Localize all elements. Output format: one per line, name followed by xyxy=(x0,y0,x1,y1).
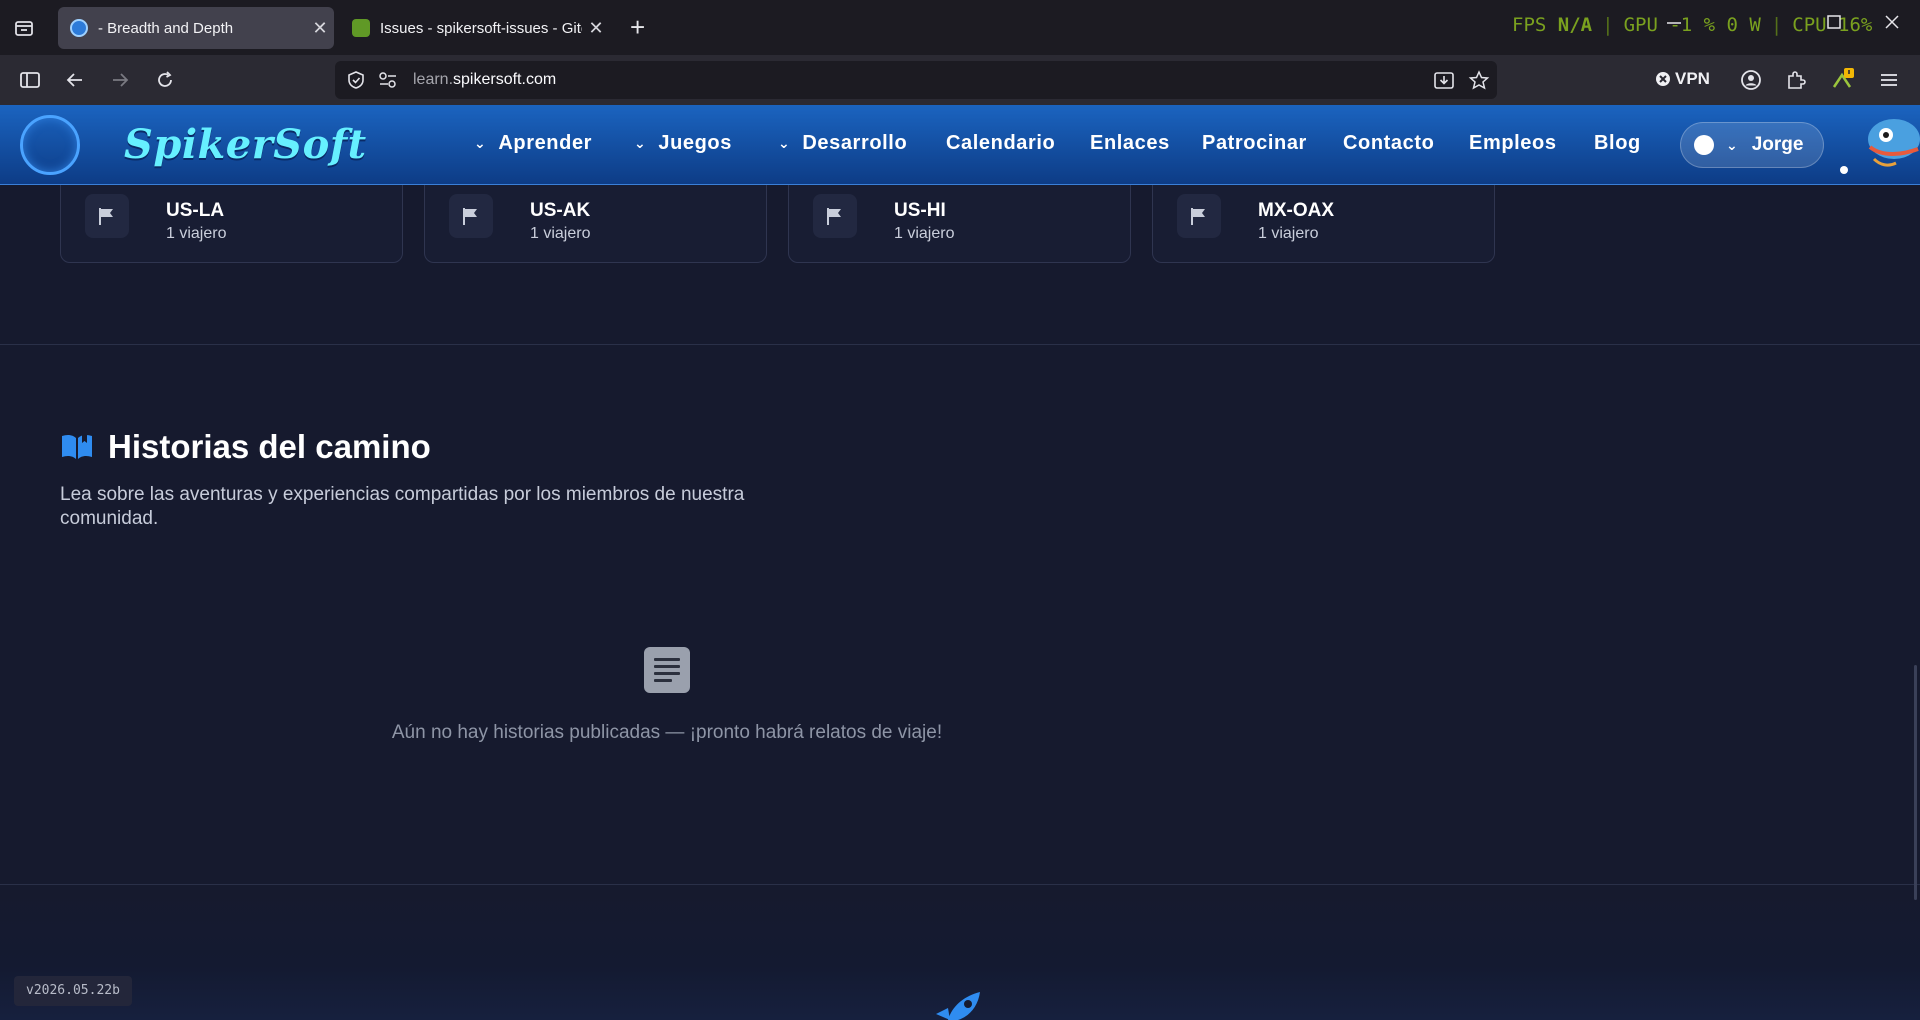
region-code: US-HI xyxy=(894,200,946,221)
site-logo-icon[interactable] xyxy=(20,115,80,175)
address-bar[interactable]: learn.spikersoft.com xyxy=(335,61,1497,99)
nav-contacto[interactable]: Contacto xyxy=(1343,132,1434,155)
traveler-count: 1 viajero xyxy=(530,225,591,242)
url-text: learn.spikersoft.com xyxy=(413,71,557,88)
nav-label: Juegos xyxy=(658,132,732,154)
maximize-icon[interactable] xyxy=(1824,12,1844,38)
region-card[interactable]: US-LA 1 viajero xyxy=(60,185,403,263)
vpn-off-icon xyxy=(1656,72,1670,86)
region-card[interactable]: MX-OAX 1 viajero xyxy=(1152,185,1495,263)
tab-gitea-issues[interactable]: Issues - spikersoft-issues - Gitea ✕ xyxy=(340,7,610,49)
performance-overlay: FPS N/A | GPU -1 % 0 W | CPU 16% xyxy=(1512,14,1873,36)
tab-list-icon[interactable] xyxy=(13,17,35,39)
vpn-button[interactable]: VPN xyxy=(1655,69,1710,89)
nav-blog[interactable]: Blog xyxy=(1594,132,1641,155)
traveler-count: 1 viajero xyxy=(894,225,955,242)
shield-icon[interactable] xyxy=(346,70,366,95)
traveler-count: 1 viajero xyxy=(166,225,227,242)
chameleon-mascot-icon xyxy=(1868,119,1920,167)
flag-icon xyxy=(813,194,857,238)
hamburger-icon[interactable] xyxy=(1876,67,1902,93)
nav-calendario[interactable]: Calendario xyxy=(946,132,1055,155)
nav-patrocinar[interactable]: Patrocinar xyxy=(1202,132,1307,155)
section-divider xyxy=(0,344,1920,345)
rocket-icon xyxy=(936,992,980,1020)
account-icon[interactable] xyxy=(1738,67,1764,93)
nav-desarrollo[interactable]: ⌄ Desarrollo xyxy=(778,132,907,155)
sidebar-toggle-icon[interactable] xyxy=(17,67,43,93)
close-tab-icon[interactable]: ✕ xyxy=(306,18,334,39)
nav-juegos[interactable]: ⌄ Juegos xyxy=(634,132,732,155)
user-name: Jorge xyxy=(1751,134,1804,155)
region-cards: US-LA 1 viajero US-AK 1 viajero US-HI 1 … xyxy=(60,185,1495,263)
status-dot xyxy=(1840,166,1848,174)
spikersoft-favicon-icon xyxy=(70,19,88,37)
site-header: SpikerSoft ⌄ Aprender ⌄ Juegos ⌄ Desarro… xyxy=(0,105,1920,185)
new-tab-button[interactable]: + xyxy=(630,14,645,40)
nav-empleos[interactable]: Empleos xyxy=(1469,132,1557,155)
nav-enlaces[interactable]: Enlaces xyxy=(1090,132,1170,155)
tab-title: Issues - spikersoft-issues - Gitea xyxy=(380,19,582,37)
chevron-down-icon: ⌄ xyxy=(634,135,647,151)
section-title: Historias del camino xyxy=(108,428,431,465)
document-icon xyxy=(644,647,690,693)
version-badge: v2026.05.22b xyxy=(14,976,132,1006)
nav-label: Desarrollo xyxy=(802,132,908,154)
brand-name[interactable]: SpikerSoft xyxy=(124,121,367,168)
download-icon[interactable] xyxy=(1433,70,1455,95)
section-description: Lea sobre las aventuras y experiencias c… xyxy=(60,484,745,529)
tab-breadth-and-depth[interactable]: - Breadth and Depth ✕ xyxy=(58,7,334,49)
minimize-icon[interactable] xyxy=(1664,12,1684,38)
flag-icon xyxy=(449,194,493,238)
puzzle-icon[interactable] xyxy=(1783,67,1809,93)
region-card[interactable]: US-HI 1 viajero xyxy=(788,185,1131,263)
region-card[interactable]: US-AK 1 viajero xyxy=(424,185,767,263)
region-code: US-LA xyxy=(166,200,225,221)
stories-heading: Historias del camino xyxy=(60,428,431,466)
user-circle-icon xyxy=(1694,135,1714,155)
extension-alert-icon[interactable] xyxy=(1830,67,1856,93)
arrow-right-icon[interactable] xyxy=(107,67,133,93)
chevron-down-icon: ⌄ xyxy=(778,135,791,151)
vpn-label: VPN xyxy=(1675,69,1710,88)
traveler-count: 1 viajero xyxy=(1258,225,1319,242)
arrow-left-icon[interactable] xyxy=(62,67,88,93)
reload-icon[interactable] xyxy=(152,67,178,93)
close-tab-icon[interactable]: ✕ xyxy=(582,18,610,39)
browser-toolbar: learn.spikersoft.com VPN xyxy=(0,55,1920,105)
tab-title: - Breadth and Depth xyxy=(98,19,234,37)
empty-state-text: Aún no hay historias publicadas — ¡pront… xyxy=(391,722,943,743)
region-code: MX-OAX xyxy=(1258,200,1334,221)
user-menu-button[interactable]: ⌄ Jorge xyxy=(1680,122,1824,168)
site-permissions-icon[interactable] xyxy=(378,71,398,94)
book-open-icon xyxy=(62,434,92,459)
nav-label: Aprender xyxy=(498,132,593,154)
chevron-down-icon: ⌄ xyxy=(474,135,487,151)
browser-tab-bar: - Breadth and Depth ✕ Issues - spikersof… xyxy=(0,0,1920,55)
nav-aprender[interactable]: ⌄ Aprender xyxy=(474,132,592,155)
window-close-icon[interactable] xyxy=(1882,12,1902,38)
star-icon[interactable] xyxy=(1468,70,1490,95)
region-code: US-AK xyxy=(530,200,591,221)
fps-label: FPS xyxy=(1512,14,1547,36)
fps-value: N/A xyxy=(1557,14,1593,36)
gitea-favicon-icon xyxy=(352,19,370,37)
page-content: US-LA 1 viajero US-AK 1 viajero US-HI 1 … xyxy=(0,185,1920,1020)
flag-icon xyxy=(1177,194,1221,238)
flag-icon xyxy=(85,194,129,238)
chevron-down-icon: ⌄ xyxy=(1726,136,1738,153)
gpu-readout: GPU -1 % 0 W xyxy=(1623,14,1761,36)
scrollbar[interactable] xyxy=(1914,665,1917,900)
